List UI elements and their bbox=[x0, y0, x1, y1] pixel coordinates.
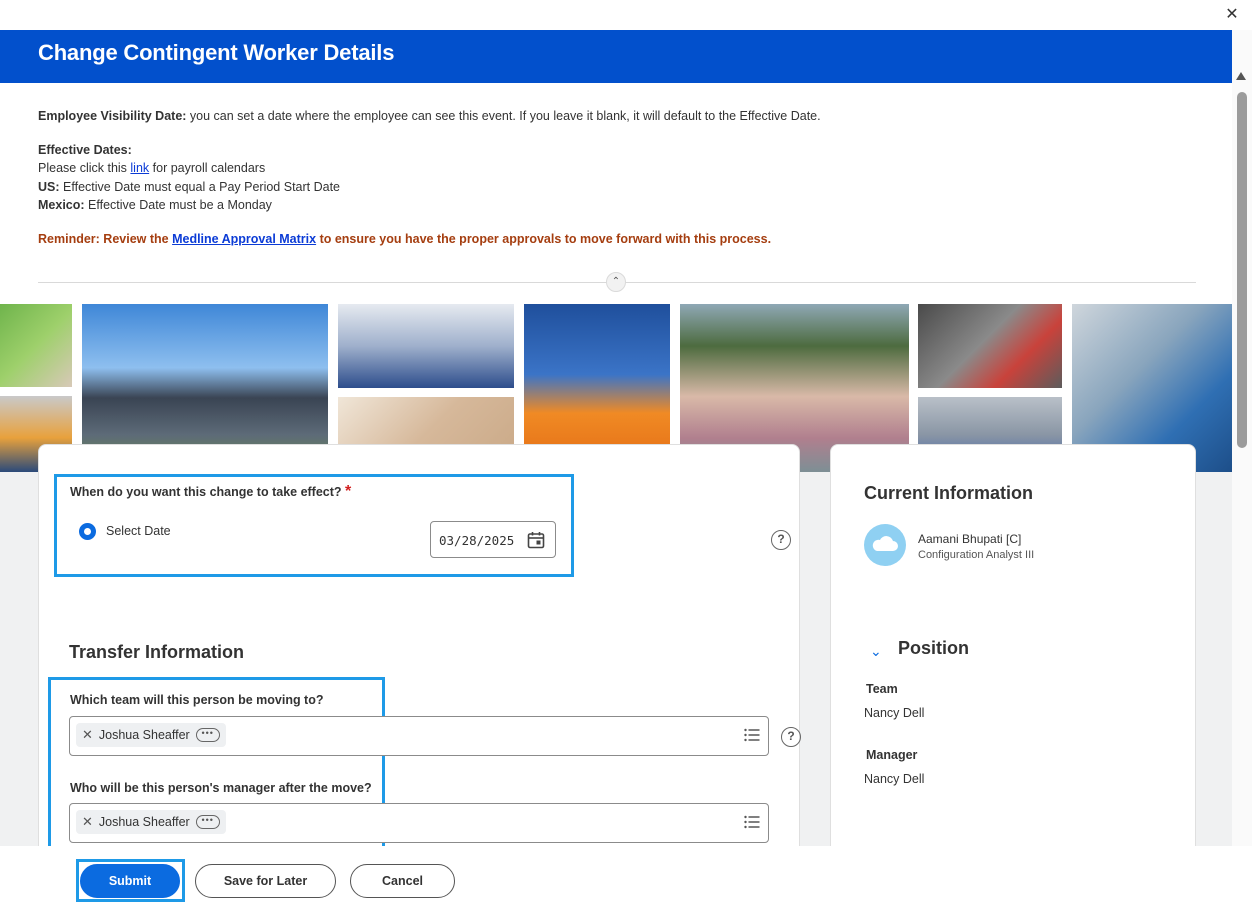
effective-date-value: 03/28/2025 bbox=[439, 533, 515, 548]
effective-date-question: When do you want this change to take eff… bbox=[70, 483, 351, 501]
chevron-up-icon[interactable]: ⌃ bbox=[606, 272, 626, 292]
team-selection-pill: ✕ Joshua Sheaffer ••• bbox=[76, 723, 226, 747]
manager-question: Who will be this person's manager after … bbox=[70, 781, 372, 795]
team-prompt-field[interactable]: ✕ Joshua Sheaffer ••• bbox=[69, 716, 769, 756]
position-heading[interactable]: Position bbox=[898, 638, 969, 659]
manager-label: Manager bbox=[866, 748, 918, 762]
select-date-radio[interactable] bbox=[79, 523, 96, 540]
mexico-text: Effective Date must be a Monday bbox=[88, 198, 272, 212]
save-for-later-button[interactable]: Save for Later bbox=[195, 864, 336, 898]
approval-matrix-link[interactable]: Medline Approval Matrix bbox=[172, 232, 316, 246]
manager-prompt-field[interactable]: ✕ Joshua Sheaffer ••• bbox=[69, 803, 769, 843]
reminder-post-text: to ensure you have the proper approvals … bbox=[316, 231, 772, 246]
manager-selection-pill: ✕ Joshua Sheaffer ••• bbox=[76, 810, 226, 834]
mexico-label: Mexico: bbox=[38, 198, 85, 212]
instructions: Employee Visibility Date: you can set a … bbox=[38, 107, 1198, 248]
manager-value: Nancy Dell bbox=[864, 772, 925, 786]
calendar-icon[interactable] bbox=[527, 531, 545, 549]
manager-selection-label: Joshua Sheaffer bbox=[98, 815, 190, 829]
cancel-button[interactable]: Cancel bbox=[350, 864, 455, 898]
transfer-information-heading: Transfer Information bbox=[69, 642, 245, 662]
photo-forklift-operator bbox=[918, 304, 1062, 388]
list-icon[interactable] bbox=[744, 815, 760, 829]
scroll-up-icon[interactable] bbox=[1236, 72, 1246, 80]
us-text: Effective Date must equal a Pay Period S… bbox=[63, 179, 341, 194]
visibility-label: Employee Visibility Date: bbox=[38, 109, 187, 123]
effective-dates-heading: Effective Dates: bbox=[38, 142, 132, 157]
help-icon[interactable]: ? bbox=[781, 727, 801, 747]
help-icon[interactable]: ? bbox=[771, 530, 791, 550]
page-title: Change Contingent Worker Details bbox=[38, 40, 395, 65]
reminder-pre-text: Reminder: Review the bbox=[38, 231, 173, 246]
submit-button[interactable]: Submit bbox=[80, 864, 180, 898]
footer-bar bbox=[0, 846, 1252, 914]
team-question: Which team will this person be moving to… bbox=[70, 693, 324, 707]
remove-icon[interactable]: ✕ bbox=[82, 727, 93, 743]
page-header: Change Contingent Worker Details bbox=[0, 30, 1232, 83]
modal: ✕ Change Contingent Worker Details Emplo… bbox=[0, 0, 1252, 914]
visibility-text: you can set a date where the employee ca… bbox=[189, 109, 821, 123]
payroll-post-text: for payroll calendars bbox=[149, 161, 266, 175]
current-information-heading: Current Information bbox=[864, 483, 1033, 503]
list-icon[interactable] bbox=[744, 728, 760, 742]
employee-role: Configuration Analyst III bbox=[918, 549, 1035, 561]
team-selection-label: Joshua Sheaffer bbox=[98, 728, 190, 742]
payroll-link[interactable]: link bbox=[130, 161, 149, 175]
team-value: Nancy Dell bbox=[864, 706, 925, 720]
more-options-icon[interactable]: ••• bbox=[195, 728, 220, 742]
chevron-down-icon[interactable]: ⌄ bbox=[870, 643, 882, 660]
close-icon[interactable]: ✕ bbox=[1222, 5, 1242, 25]
avatar[interactable] bbox=[864, 524, 906, 566]
employee-name[interactable]: Aamani Bhupati [C] bbox=[918, 532, 1021, 546]
effective-date-question-text: When do you want this change to take eff… bbox=[70, 485, 342, 499]
cloud-icon bbox=[872, 536, 898, 551]
payroll-pre-text: Please click this bbox=[38, 161, 131, 175]
photo-employee-smiling bbox=[0, 304, 72, 387]
required-marker: * bbox=[345, 483, 352, 500]
select-date-label: Select Date bbox=[106, 524, 171, 538]
us-label: US: bbox=[38, 179, 60, 194]
scrollbar[interactable] bbox=[1232, 30, 1252, 866]
team-label: Team bbox=[866, 682, 898, 696]
scrollbar-thumb[interactable] bbox=[1237, 92, 1247, 448]
current-information-card bbox=[830, 444, 1196, 864]
remove-icon[interactable]: ✕ bbox=[82, 814, 93, 830]
effective-date-input[interactable]: 03/28/2025 bbox=[430, 521, 556, 558]
photo-lab-workers bbox=[338, 304, 514, 388]
more-options-icon[interactable]: ••• bbox=[195, 815, 220, 829]
